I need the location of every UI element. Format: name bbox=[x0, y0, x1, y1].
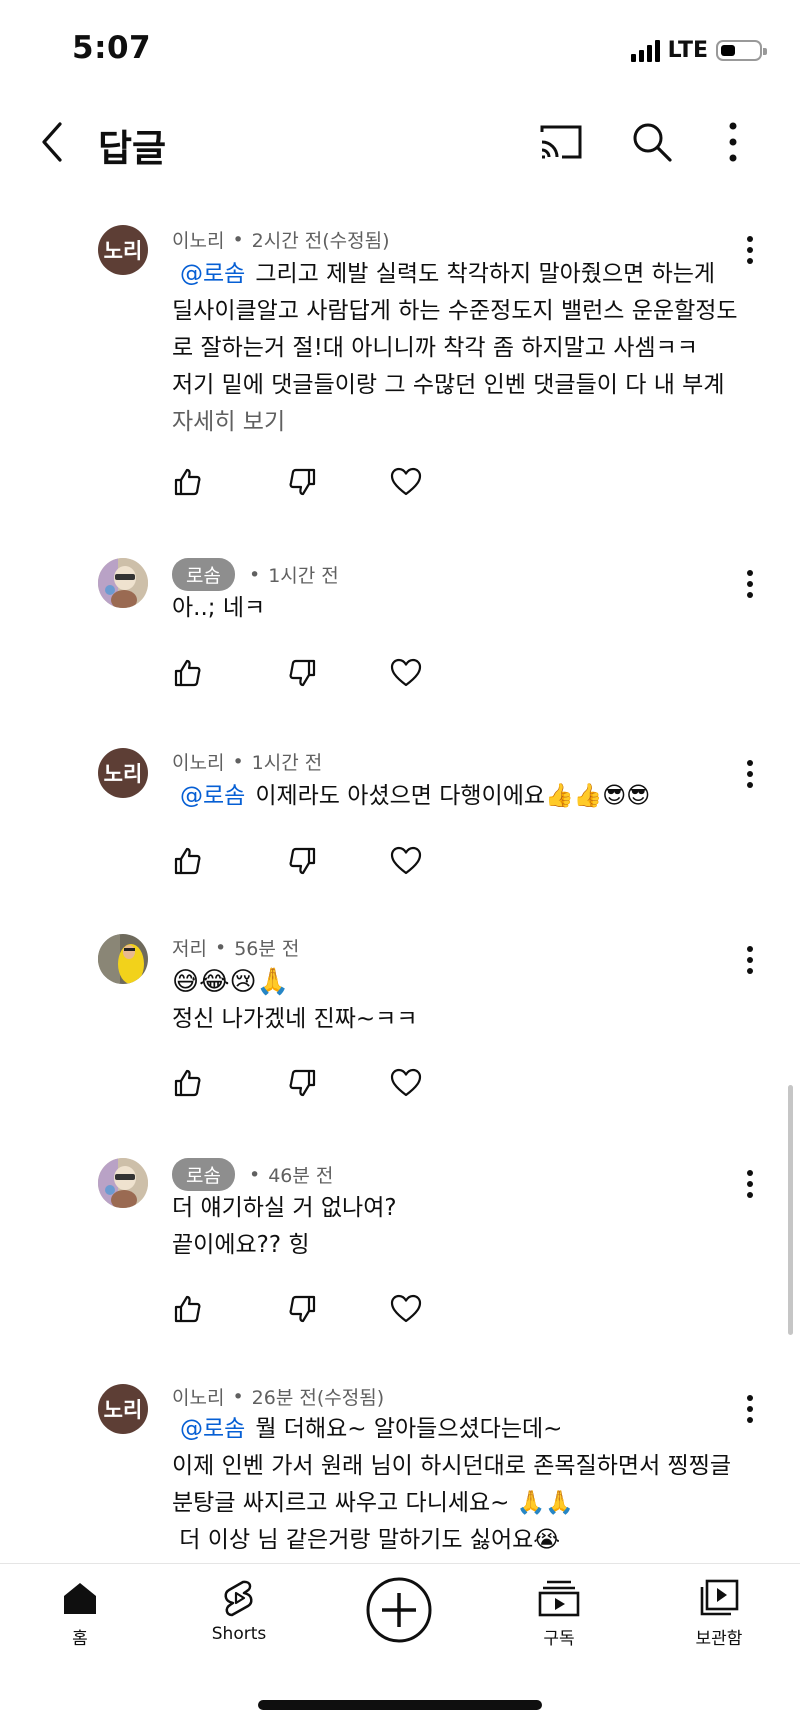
comment-actions bbox=[172, 467, 432, 503]
network-label: LTE bbox=[667, 38, 708, 63]
comment-author[interactable]: 이노리 bbox=[172, 748, 224, 775]
search-icon[interactable] bbox=[630, 120, 674, 164]
comment-meta: 로솜 • 46분 전 bbox=[172, 1158, 333, 1191]
mention-link[interactable]: @로솜 bbox=[180, 1416, 245, 1442]
status-time: 5:07 bbox=[72, 30, 152, 66]
nav-library[interactable]: 보관함 bbox=[659, 1578, 779, 1649]
comment-actions bbox=[172, 846, 432, 882]
comment-time: 46분 전 bbox=[268, 1165, 334, 1187]
avatar[interactable]: 노리 bbox=[98, 225, 148, 275]
comment-text: 아..; 네ㅋ bbox=[172, 595, 266, 621]
dislike-icon[interactable] bbox=[288, 1294, 318, 1324]
scrollbar[interactable] bbox=[788, 1085, 793, 1335]
more-options-icon[interactable] bbox=[728, 120, 738, 164]
heart-icon[interactable] bbox=[390, 1294, 422, 1324]
dislike-icon[interactable] bbox=[288, 467, 318, 497]
cast-icon[interactable] bbox=[538, 122, 584, 162]
comment-author[interactable]: 이노리 bbox=[172, 226, 224, 253]
page-title: 답글 bbox=[98, 127, 167, 170]
comment-meta: 이노리 • 2시간 전(수정됨) bbox=[172, 226, 390, 253]
avatar[interactable]: 노리 bbox=[98, 748, 148, 798]
comment-time: 1시간 전 bbox=[251, 752, 323, 774]
shorts-icon bbox=[224, 1580, 253, 1617]
comment-meta: 저리 • 56분 전 bbox=[172, 934, 299, 961]
comment-more-icon[interactable] bbox=[740, 944, 760, 976]
dislike-icon[interactable] bbox=[288, 658, 318, 688]
app-bar: 답글 bbox=[0, 100, 800, 184]
status-bar: 5:07 LTE bbox=[0, 0, 800, 100]
comment-meta: 이노리 • 26분 전(수정됨) bbox=[172, 1383, 384, 1410]
comment-actions bbox=[172, 658, 432, 694]
comment-text: 더 얘기하실 거 없나여? 끝이에요?? 힝 bbox=[172, 1195, 397, 1258]
dislike-icon[interactable] bbox=[288, 1068, 318, 1098]
read-more-link[interactable]: 자세히 보기 bbox=[172, 404, 752, 441]
comment-author[interactable]: 저리 bbox=[172, 934, 207, 961]
avatar[interactable]: 노리 bbox=[98, 1384, 148, 1434]
create-button[interactable] bbox=[365, 1576, 433, 1644]
comment-item: 저리 • 56분 전 😅😂😢🙏 정신 나가겠네 진짜~ㅋㅋ bbox=[0, 934, 800, 1114]
comment-time: 56분 전 bbox=[234, 938, 300, 960]
heart-icon[interactable] bbox=[390, 467, 422, 497]
heart-icon[interactable] bbox=[390, 1068, 422, 1098]
comment-actions bbox=[172, 1068, 432, 1104]
battery-icon bbox=[716, 40, 767, 61]
comment-author[interactable]: 이노리 bbox=[172, 1383, 224, 1410]
comment-item: 노리 이노리 • 26분 전(수정됨) @로솜 뭘 더해요~ 알아들으셨다는데~ 이제… bbox=[0, 1383, 800, 1563]
comment-time: 26분 전(수정됨) bbox=[251, 1387, 385, 1409]
comment-item: 로솜 • 46분 전 더 얘기하실 거 없나여? 끝이에요?? 힝 bbox=[0, 1158, 800, 1338]
comment-text: @로솜 그리고 제발 실력도 착각하지 말아줬으면 하는게 딜사이클알고 사람답게… bbox=[172, 256, 752, 441]
comment-actions bbox=[172, 1294, 432, 1330]
comment-text: 😅😂😢🙏 정신 나가겠네 진짜~ㅋㅋ bbox=[172, 967, 418, 1032]
like-icon[interactable] bbox=[172, 846, 202, 876]
comment-time: 2시간 전(수정됨) bbox=[251, 230, 390, 252]
plus-icon bbox=[366, 1577, 432, 1643]
like-icon[interactable] bbox=[172, 467, 202, 497]
comment-item: 노리 이노리 • 2시간 전(수정됨) @로솜 그리고 제발 실력도 착각하지 말아줬… bbox=[0, 224, 800, 514]
dislike-icon[interactable] bbox=[288, 846, 318, 876]
comment-text: @로솜 이제라도 아셨으면 다행이에요👍👍😎😎 bbox=[180, 783, 651, 809]
comment-more-icon[interactable] bbox=[740, 1393, 760, 1425]
nav-shorts[interactable]: Shorts bbox=[179, 1578, 299, 1644]
mention-link[interactable]: @로솜 bbox=[180, 261, 245, 287]
comment-time: 1시간 전 bbox=[268, 565, 339, 587]
mention-link[interactable]: @로솜 bbox=[180, 783, 245, 809]
avatar-image bbox=[98, 558, 148, 608]
library-icon bbox=[700, 1579, 739, 1616]
avatar[interactable] bbox=[98, 558, 148, 608]
comment-more-icon[interactable] bbox=[740, 234, 760, 266]
avatar-image bbox=[98, 1158, 148, 1208]
nav-home[interactable]: 홈 bbox=[20, 1578, 140, 1649]
like-icon[interactable] bbox=[172, 1294, 202, 1324]
comment-text: @로솜 뭘 더해요~ 알아들으셨다는데~ 이제 인벤 가서 원래 님이 하시던대로… bbox=[172, 1416, 732, 1553]
comment-item: 노리 이노리 • 1시간 전 @로솜 이제라도 아셨으면 다행이에요👍👍😎😎 bbox=[0, 748, 800, 888]
comment-more-icon[interactable] bbox=[740, 1168, 760, 1200]
heart-icon[interactable] bbox=[390, 658, 422, 688]
comment-item: 로솜 • 1시간 전 아..; 네ㅋ bbox=[0, 558, 800, 698]
comment-meta: 이노리 • 1시간 전 bbox=[172, 748, 322, 775]
avatar[interactable] bbox=[98, 934, 148, 984]
comment-more-icon[interactable] bbox=[740, 758, 760, 790]
comment-meta: 로솜 • 1시간 전 bbox=[172, 558, 339, 591]
home-indicator bbox=[258, 1700, 542, 1710]
avatar-image bbox=[98, 934, 148, 984]
avatar[interactable] bbox=[98, 1158, 148, 1208]
creator-badge[interactable]: 로솜 bbox=[172, 1158, 235, 1191]
creator-badge[interactable]: 로솜 bbox=[172, 558, 235, 591]
heart-icon[interactable] bbox=[390, 846, 422, 876]
like-icon[interactable] bbox=[172, 658, 202, 688]
comment-more-icon[interactable] bbox=[740, 568, 760, 600]
home-icon bbox=[64, 1583, 96, 1614]
like-icon[interactable] bbox=[172, 1068, 202, 1098]
back-arrow-icon[interactable] bbox=[34, 118, 74, 166]
nav-subscriptions[interactable]: 구독 bbox=[499, 1578, 619, 1649]
subscriptions-icon bbox=[538, 1580, 580, 1617]
signal-icon bbox=[630, 39, 660, 62]
